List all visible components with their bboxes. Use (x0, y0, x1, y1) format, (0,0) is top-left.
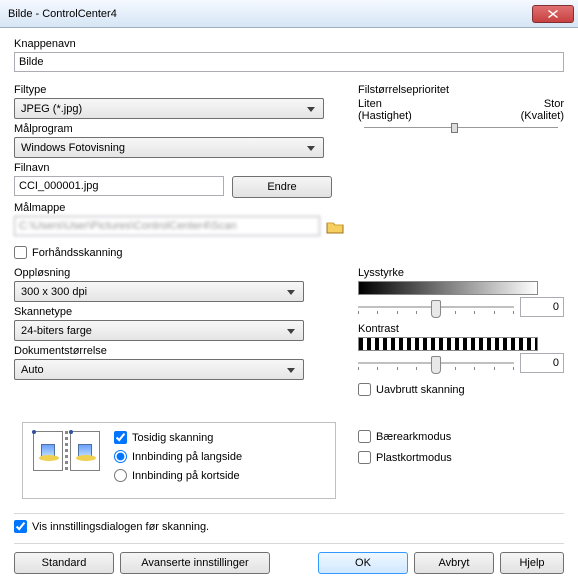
forhandsskanning-checkbox[interactable]: Forhåndsskanning (14, 246, 564, 259)
filnavn-input[interactable] (14, 176, 224, 196)
knappenavn-input[interactable] (14, 52, 564, 72)
filtype-label: Filtype (14, 84, 344, 96)
separator (14, 513, 564, 514)
tosidig-checkbox[interactable]: Tosidig skanning (114, 431, 242, 444)
filtype-value: JPEG (*.jpg) (21, 103, 82, 115)
kontrast-value[interactable]: 0 (520, 353, 564, 373)
plastkort-checkbox[interactable]: Plastkortmodus (358, 451, 564, 464)
duplex-preview-icon (33, 431, 100, 471)
visinnst-checkbox[interactable]: Vis innstillingsdialogen før skanning. (14, 520, 564, 533)
filstrpri-label: Filstørrelseprioritet (358, 84, 564, 96)
opplosning-select[interactable]: 300 x 300 dpi (14, 281, 304, 302)
opplosning-label: Oppløsning (14, 267, 344, 279)
dokstr-label: Dokumentstørrelse (14, 345, 344, 357)
stor-label: Stor (544, 98, 564, 110)
close-icon (548, 10, 558, 18)
hastighet-label: (Hastighet) (358, 110, 412, 122)
langside-radio[interactable]: Innbinding på langside (114, 450, 242, 463)
skannetype-select[interactable]: 24-biters farge (14, 320, 304, 341)
malprogram-select[interactable]: Windows Fotovisning (14, 137, 324, 158)
kortside-radio[interactable]: Innbinding på kortside (114, 469, 242, 482)
baereark-checkbox[interactable]: Bærearkmodus (358, 430, 564, 443)
uavbrutt-checkbox[interactable]: Uavbrutt skanning (358, 383, 564, 396)
malmappe-label: Målmappe (14, 202, 344, 214)
lysstyrke-label: Lysstyrke (358, 267, 564, 279)
dokstr-select[interactable]: Auto (14, 359, 304, 380)
lysstyrke-gradient (358, 281, 538, 295)
titlebar: Bilde - ControlCenter4 (0, 0, 578, 28)
liten-label: Liten (358, 98, 382, 110)
opplosning-value: 300 x 300 dpi (21, 286, 87, 298)
skannetype-value: 24-biters farge (21, 325, 92, 337)
standard-button[interactable]: Standard (14, 552, 114, 574)
lysstyrke-slider[interactable] (358, 299, 514, 315)
malprogram-label: Målprogram (14, 123, 344, 135)
knappenavn-label: Knappenavn (14, 38, 564, 50)
malprogram-value: Windows Fotovisning (21, 142, 125, 154)
skannetype-label: Skannetype (14, 306, 344, 318)
tosidig-panel: Tosidig skanning Innbinding på langside … (22, 422, 336, 499)
kvalitet-label: (Kvalitet) (521, 110, 564, 122)
lysstyrke-value[interactable]: 0 (520, 297, 564, 317)
kontrast-slider[interactable] (358, 355, 514, 371)
filesize-slider[interactable] (358, 122, 564, 134)
hjelp-button[interactable]: Hjelp (500, 552, 564, 574)
avanserte-button[interactable]: Avanserte innstillinger (120, 552, 270, 574)
window-title: Bilde - ControlCenter4 (4, 8, 532, 20)
folder-browse-icon[interactable] (326, 219, 344, 234)
filnavn-label: Filnavn (14, 162, 344, 174)
kontrast-gradient (358, 337, 538, 351)
avbryt-button[interactable]: Avbryt (414, 552, 494, 574)
kontrast-label: Kontrast (358, 323, 564, 335)
separator-2 (14, 543, 564, 544)
filtype-select[interactable]: JPEG (*.jpg) (14, 98, 324, 119)
dokstr-value: Auto (21, 364, 44, 376)
malmappe-input (14, 216, 320, 236)
endre-button[interactable]: Endre (232, 176, 332, 198)
ok-button[interactable]: OK (318, 552, 408, 574)
close-button[interactable] (532, 5, 574, 23)
